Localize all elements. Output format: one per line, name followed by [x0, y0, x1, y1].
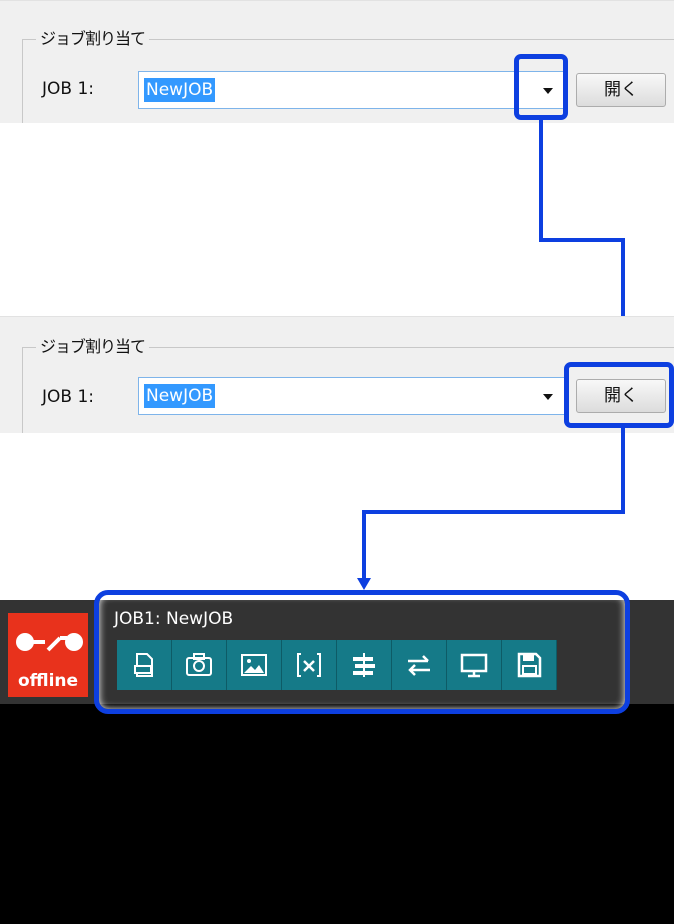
arrowhead [357, 578, 371, 590]
job-file-button[interactable] [117, 640, 172, 690]
group-border-left [22, 347, 23, 433]
transfer-button[interactable] [392, 640, 447, 690]
monitor-button[interactable] [447, 640, 502, 690]
app-view-area [0, 704, 674, 924]
connector-line [539, 120, 543, 242]
group-border-left [22, 39, 23, 123]
image-button[interactable] [227, 640, 282, 690]
job-label: JOB 1: [42, 79, 95, 99]
offline-status-button[interactable]: offline [8, 613, 88, 697]
connector-line [362, 510, 366, 582]
connector-line [621, 428, 625, 514]
job-assign-panel-1: ジョブ割り当て JOB 1: NewJOB 開く [0, 0, 674, 123]
camera-icon [186, 653, 212, 676]
group-title: ジョブ割り当て [36, 333, 150, 357]
job-file-icon [134, 653, 153, 677]
connector-line [362, 510, 625, 514]
disconnected-icon [16, 633, 83, 652]
image-icon [241, 654, 267, 676]
monitor-icon [460, 653, 488, 678]
job-combobox-value[interactable]: NewJOB [144, 78, 216, 102]
job-combobox-value[interactable]: NewJOB [144, 384, 216, 408]
settings-button[interactable] [337, 640, 392, 690]
open-button-highlight [564, 362, 674, 428]
status-label: offline [17, 671, 79, 691]
settings-icon [353, 653, 375, 677]
job-toolbar [117, 640, 557, 690]
camera-button[interactable] [172, 640, 227, 690]
job-combobox[interactable]: NewJOB [138, 71, 568, 109]
variable-button[interactable] [282, 640, 337, 690]
save-icon [517, 652, 542, 678]
connector-line [539, 238, 625, 242]
dropdown-highlight [514, 54, 568, 120]
chevron-down-icon[interactable] [543, 394, 553, 400]
job-title: JOB1: NewJOB [114, 609, 234, 629]
job-label: JOB 1: [42, 387, 95, 407]
save-button[interactable] [502, 640, 557, 690]
transfer-icon [408, 655, 430, 676]
group-title: ジョブ割り当て [36, 25, 150, 49]
variable-icon [297, 653, 321, 677]
open-button[interactable]: 開く [576, 73, 666, 107]
job-combobox[interactable]: NewJOB [138, 377, 568, 415]
